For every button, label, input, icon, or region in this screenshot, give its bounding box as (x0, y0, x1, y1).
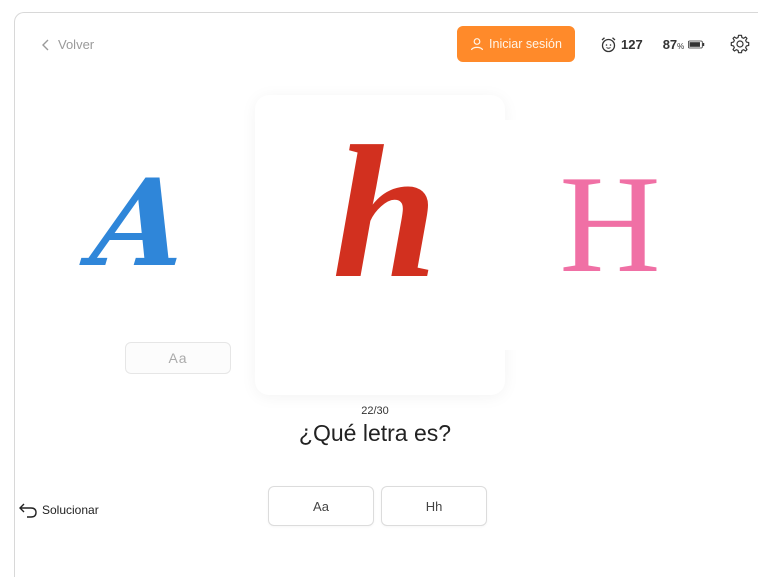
left-card-label: Aa (125, 342, 231, 374)
battery-percent: 87% (663, 37, 685, 52)
solve-button[interactable]: Solucionar (18, 501, 99, 519)
progress-counter: 22/30 (361, 405, 389, 417)
answer-option-hh[interactable]: Hh (381, 486, 487, 526)
letter-a-glyph: A (86, 152, 194, 294)
letter-H-serif: H (545, 155, 675, 295)
letter-h-glyph: h (332, 107, 438, 318)
letter-h-script: h (330, 118, 440, 308)
alarm-clock-icon (601, 37, 616, 53)
back-label: Volver (58, 37, 95, 52)
login-label: Iniciar sesión (489, 37, 562, 51)
gear-icon[interactable] (729, 33, 751, 55)
percent-sign: % (677, 42, 685, 51)
login-button[interactable]: Iniciar sesión (457, 26, 575, 62)
letter-H-glyph: H (559, 147, 661, 302)
solve-label: Solucionar (42, 503, 99, 517)
battery-value: 87 (662, 37, 678, 52)
score-value: 127 (621, 37, 643, 52)
undo-arrow-icon (19, 503, 37, 518)
question-title: ¿Qué letra es? (298, 420, 452, 446)
user-icon (470, 38, 484, 51)
status-stats: 127 87% (600, 36, 705, 53)
top-bar: Volver Iniciar sesión 127 87% (15, 13, 758, 77)
back-button[interactable]: Volver (41, 37, 94, 52)
chevron-left-icon (42, 39, 49, 50)
answer-option-aa[interactable]: Aa (268, 486, 374, 526)
letter-a-script: A (86, 153, 194, 294)
battery-icon (688, 40, 705, 49)
